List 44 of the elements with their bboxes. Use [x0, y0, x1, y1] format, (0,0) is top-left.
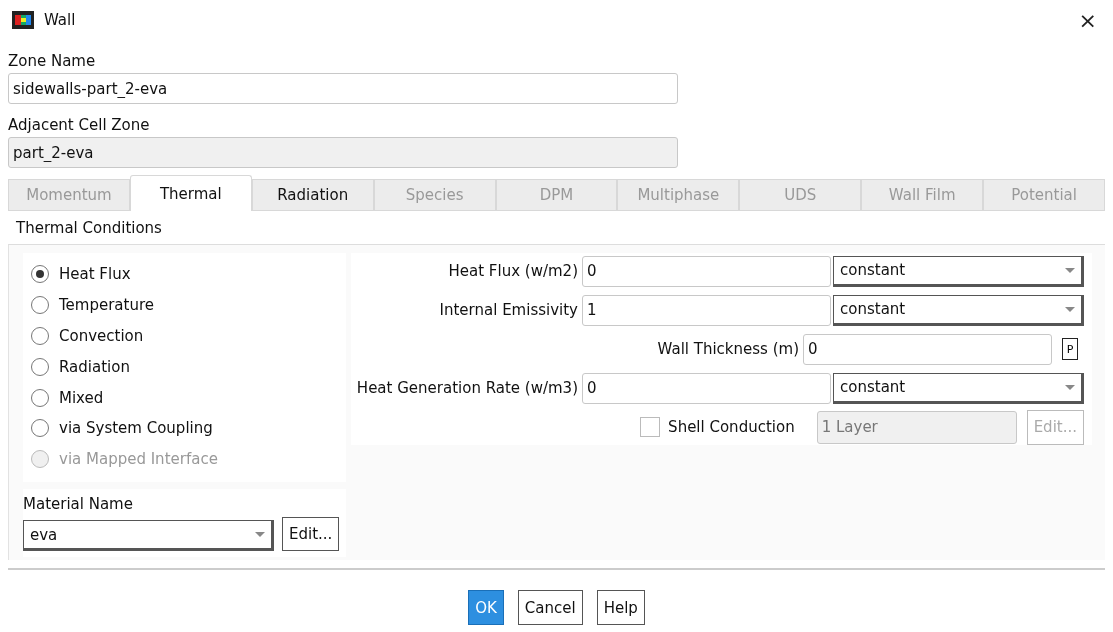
radio-label: Convection [59, 327, 144, 345]
dialog-button[interactable]: Help [596, 590, 645, 625]
dialog-button[interactable]: Cancel [517, 590, 583, 625]
field-label: Zone Name [8, 51, 97, 72]
radio-button[interactable] [31, 388, 49, 407]
radio-label: Temperature [59, 296, 155, 315]
method-dropdown[interactable]: constant [833, 294, 1084, 326]
window-title: Wall [44, 11, 77, 29]
caret-icon [1065, 384, 1075, 390]
app-icon [12, 11, 34, 29]
method-dropdown[interactable]: constant [833, 255, 1084, 287]
field-label: Wall Thickness (m) [657, 340, 799, 358]
value-field[interactable]: 0 [582, 372, 831, 404]
radio-label: Heat Flux [59, 265, 131, 284]
field-label: Internal Emissivity [439, 301, 578, 319]
field-label: Material Name [23, 495, 134, 515]
radio-label: Radiation [59, 357, 130, 376]
caret-icon [1065, 306, 1075, 312]
caret-icon [255, 532, 265, 537]
radio-button[interactable] [31, 265, 49, 284]
close-button[interactable]: × [1070, 7, 1105, 33]
material-dropdown[interactable]: eva [23, 520, 274, 551]
radio-button[interactable] [31, 327, 49, 345]
radio-label: Mixed [59, 388, 104, 407]
tab[interactable]: Thermal [129, 175, 252, 211]
radio-label: via Mapped Interface [59, 450, 218, 469]
zone-name-field[interactable]: sidewalls-part_2-eva [8, 73, 678, 104]
value-field[interactable]: 0 [582, 255, 831, 287]
radio-button[interactable] [31, 296, 49, 315]
section-label: Thermal Conditions [16, 219, 163, 239]
field-label: Heat Flux (w/m2) [448, 262, 578, 280]
radio-button[interactable] [31, 357, 49, 376]
edit-button[interactable]: Edit... [282, 517, 340, 551]
radio-button[interactable] [31, 419, 49, 438]
method-dropdown[interactable]: constant [833, 372, 1084, 404]
radio-label: via System Coupling [59, 419, 213, 438]
value-field[interactable]: 1 [582, 294, 831, 326]
value-field[interactable]: 0 [803, 333, 1052, 365]
parameter-button[interactable]: P [1062, 338, 1078, 360]
checkbox-label: Shell Conduction [668, 418, 795, 436]
caret-icon [1065, 267, 1075, 273]
field-label: Heat Generation Rate (w/m3) [356, 379, 578, 397]
tab[interactable]: Radiation [251, 179, 374, 211]
field-label: Adjacent Cell Zone [8, 115, 151, 136]
